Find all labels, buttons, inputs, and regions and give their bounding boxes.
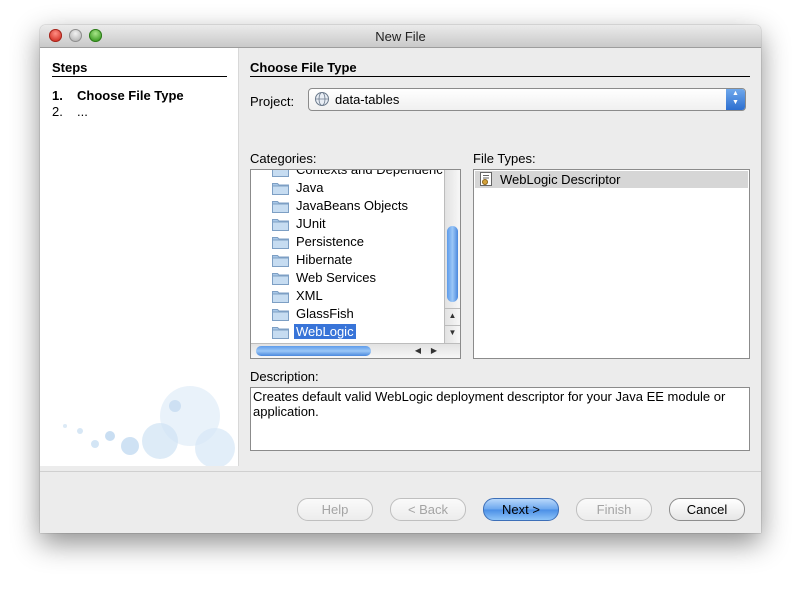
list-item-label: Hibernate (296, 252, 353, 267)
back-button[interactable]: < Back (390, 498, 466, 521)
file-types-label: File Types: (473, 151, 536, 166)
descriptor-file-icon (478, 172, 496, 190)
folder-icon (272, 235, 289, 252)
project-select[interactable]: data-tables ▲ ▼ (308, 88, 746, 111)
page-title: Choose File Type (250, 60, 750, 77)
list-item-label: Contexts and Dependenc (296, 169, 443, 177)
step-item-2: 2.... (52, 104, 88, 119)
scroll-left-icon[interactable]: ◀ (411, 344, 425, 358)
folder-icon (272, 217, 289, 234)
folder-icon (272, 170, 289, 180)
categories-tree[interactable]: Contexts and Dependenc Java JavaBeans Ob… (250, 169, 461, 359)
decorative-bubbles (63, 386, 235, 466)
folder-icon (272, 289, 289, 306)
list-item-label: Web Services (296, 270, 376, 285)
list-item-label: JUnit (296, 216, 326, 231)
description-label: Description: (250, 369, 319, 384)
next-button[interactable]: Next > (483, 498, 559, 521)
project-label: Project: (250, 94, 295, 109)
folder-icon (272, 307, 289, 324)
description-text: Creates default valid WebLogic deploymen… (253, 389, 726, 419)
folder-icon (272, 253, 289, 270)
list-item-label: JavaBeans Objects (296, 198, 409, 213)
footer-divider (40, 471, 761, 472)
steps-panel: Steps 1. Choose File Type 2.... (40, 48, 239, 466)
folder-icon (272, 271, 289, 288)
step-item-1: 1. Choose File Type (52, 88, 184, 103)
categories-vertical-scrollbar[interactable]: ▲ ▼ (444, 170, 460, 344)
scroll-thumb[interactable] (447, 226, 458, 302)
file-types-list[interactable]: WebLogic Descriptor (473, 169, 750, 359)
scroll-right-icon[interactable]: ▶ (427, 344, 441, 358)
project-value: data-tables (335, 92, 400, 107)
list-item-label: WebLogic Descriptor (500, 172, 621, 187)
list-item-label: XML (296, 288, 323, 303)
list-item-label: Java (296, 180, 324, 195)
description-box: Creates default valid WebLogic deploymen… (250, 387, 750, 451)
scroll-down-icon[interactable]: ▼ (445, 325, 460, 340)
scroll-thumb[interactable] (256, 346, 371, 356)
cancel-button[interactable]: Cancel (669, 498, 745, 521)
list-item-selected[interactable]: WebLogic Descriptor (475, 171, 748, 188)
list-item-label: GlassFish (296, 306, 354, 321)
new-file-dialog: New File Steps 1. Choose File Type 2.... … (40, 25, 761, 533)
step-label: Choose File Type (77, 88, 184, 103)
step-number: 1. (52, 88, 63, 103)
folder-icon (272, 181, 289, 198)
window-title: New File (375, 29, 426, 44)
step-number: 2. (52, 104, 63, 119)
finish-button[interactable]: Finish (576, 498, 652, 521)
scroll-up-icon[interactable]: ▲ (445, 308, 460, 323)
list-item-label: WebLogic (294, 324, 356, 339)
main-content: Choose File Type Project: data-tables ▲ ▼… (250, 48, 750, 466)
categories-label: Categories: (250, 151, 317, 166)
list-item-label: Persistence (296, 234, 364, 249)
categories-horizontal-scrollbar[interactable]: ◀ ▶ (251, 343, 460, 358)
folder-icon (272, 325, 289, 342)
steps-header: Steps (52, 60, 227, 77)
folder-icon (272, 199, 289, 216)
step-label: ... (77, 104, 88, 119)
title-bar[interactable]: New File (40, 25, 761, 48)
select-arrows-icon: ▲ ▼ (726, 89, 745, 110)
globe-icon (314, 91, 330, 110)
help-button[interactable]: Help (297, 498, 373, 521)
